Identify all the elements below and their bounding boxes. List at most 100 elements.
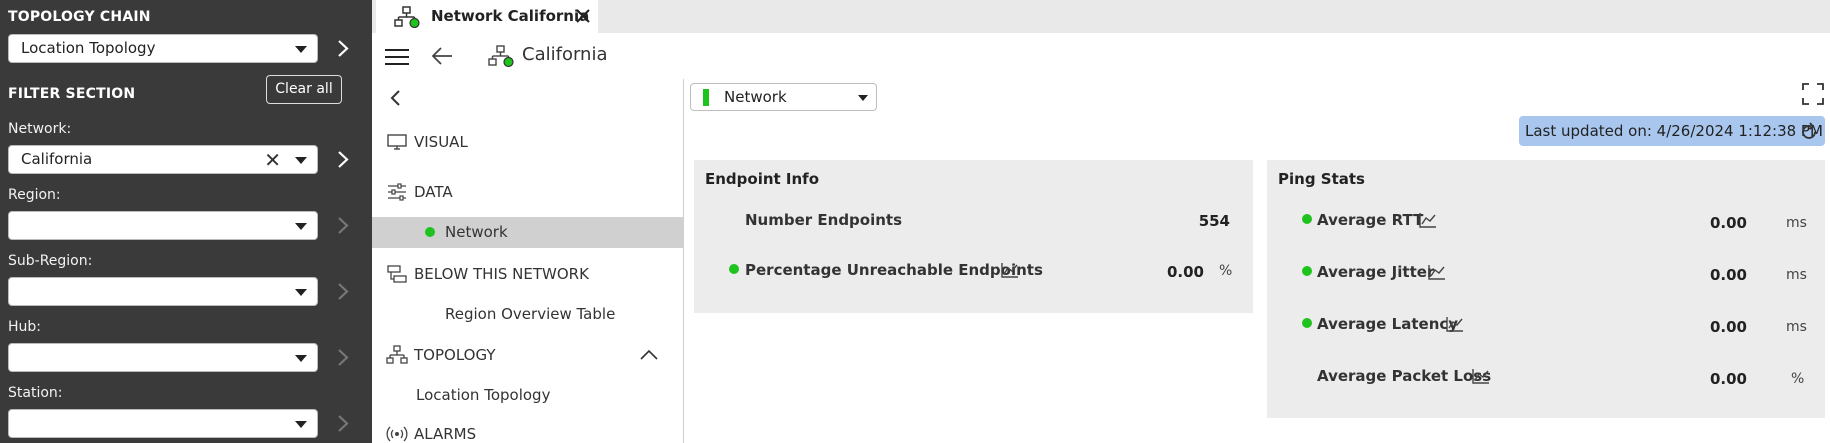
metric-unit: ms — [1786, 215, 1807, 231]
subregion-go-button[interactable] — [333, 277, 353, 306]
network-filter-select[interactable]: California ✕ — [8, 145, 318, 174]
metric-label: Average RTT — [1317, 211, 1424, 229]
last-updated-banner: Last updated on: 4/26/2024 1:12:38 PM — [1519, 116, 1825, 146]
network-go-button[interactable] — [333, 145, 353, 174]
chevron-right-icon — [338, 283, 349, 300]
region-go-button[interactable] — [333, 211, 353, 240]
nav-item-label: TOPOLOGY — [414, 346, 496, 364]
metric-label: Percentage Unreachable Endpoints — [745, 261, 1043, 279]
caret-down-icon — [858, 95, 868, 101]
nav-tree: VISUAL DATA Network BELOW THIS NETWORK R… — [372, 79, 684, 443]
page-title: California — [522, 44, 608, 65]
chevron-right-icon — [338, 415, 349, 432]
caret-down-icon — [295, 157, 307, 164]
network-view-select[interactable]: Network — [690, 83, 877, 111]
network-view-value: Network — [724, 88, 787, 106]
chevron-right-icon — [338, 40, 349, 57]
region-label: Region: — [8, 187, 61, 203]
status-dot — [1302, 266, 1312, 276]
chevron-right-icon — [338, 349, 349, 366]
refresh-icon[interactable] — [1799, 122, 1819, 142]
tab-strip: Network California — [372, 0, 1830, 33]
tab-label: Network California — [431, 7, 590, 25]
broadcast-icon — [386, 426, 408, 442]
network-label: Network: — [8, 121, 72, 137]
station-filter-select[interactable] — [8, 409, 318, 438]
nav-item-label: BELOW THIS NETWORK — [414, 265, 589, 283]
clear-all-button[interactable]: Clear all — [266, 75, 342, 104]
back-arrow-icon[interactable] — [430, 45, 454, 67]
status-dot — [1302, 318, 1312, 328]
card-title: Endpoint Info — [705, 170, 820, 188]
close-icon[interactable] — [574, 7, 592, 25]
nav-item-label: ALARMS — [414, 425, 477, 443]
ping-stats-card: Ping Stats Average RTT 0.00 ms Average J… — [1267, 160, 1825, 418]
nav-item-label: DATA — [414, 183, 453, 201]
card-title: Ping Stats — [1278, 170, 1365, 188]
topology-select-value: Location Topology — [21, 39, 156, 57]
subregion-filter-select[interactable] — [8, 277, 318, 306]
network-filter-value: California — [21, 150, 93, 168]
metric-value: 0.00 — [1709, 214, 1747, 232]
sliders-icon — [388, 183, 406, 201]
metric-unit: ms — [1786, 267, 1807, 283]
caret-down-icon — [295, 421, 307, 428]
hub-go-button[interactable] — [333, 343, 353, 372]
filter-panel: TOPOLOGY CHAIN Location Topology FILTER … — [0, 0, 372, 443]
topology-select[interactable]: Location Topology — [8, 34, 318, 63]
metric-unit: % — [1791, 371, 1805, 387]
subregion-label: Sub-Region: — [8, 253, 93, 269]
station-go-button[interactable] — [333, 409, 353, 438]
status-dot — [1302, 214, 1312, 224]
collapse-chevron-icon[interactable] — [389, 89, 403, 107]
region-filter-select[interactable] — [8, 211, 318, 240]
topology-go-button[interactable] — [333, 34, 353, 63]
chevron-up-icon[interactable] — [640, 349, 658, 361]
metric-value: 0.00 — [1709, 266, 1747, 284]
caret-down-icon — [295, 355, 307, 362]
last-updated-text: Last updated on: 4/26/2024 1:12:38 PM — [1525, 122, 1823, 140]
tab-network-california[interactable]: Network California — [376, 0, 598, 33]
trend-chart-icon[interactable] — [1428, 264, 1446, 280]
expand-icon[interactable] — [1802, 83, 1824, 105]
filter-section-heading: FILTER SECTION — [8, 86, 136, 102]
hub-label: Hub: — [8, 319, 42, 335]
metric-label: Average Packet Loss — [1317, 367, 1492, 385]
caret-down-icon — [295, 223, 307, 230]
topology-chain-heading: TOPOLOGY CHAIN — [8, 9, 151, 25]
status-dot — [425, 227, 435, 237]
hub-filter-select[interactable] — [8, 343, 318, 372]
chevron-right-icon — [338, 151, 349, 168]
status-bar — [703, 89, 709, 106]
trend-chart-icon[interactable] — [1001, 262, 1019, 278]
chevron-right-icon — [338, 217, 349, 234]
caret-down-icon — [295, 46, 307, 53]
caret-down-icon — [295, 289, 307, 296]
metric-value: 0.00 — [1709, 370, 1747, 388]
trend-chart-icon[interactable] — [1419, 212, 1437, 228]
topology-icon — [386, 345, 408, 364]
nav-item-network[interactable]: Network — [372, 217, 684, 248]
hamburger-icon[interactable] — [384, 47, 410, 67]
metric-value: 554 — [1198, 212, 1230, 230]
metric-unit: % — [1219, 263, 1233, 279]
topology-icon — [394, 6, 420, 28]
metric-unit: ms — [1786, 319, 1807, 335]
station-label: Station: — [8, 385, 63, 401]
nav-item-region-overview[interactable]: Region Overview Table — [445, 305, 615, 323]
nav-item-label: VISUAL — [414, 133, 468, 151]
topology-icon — [488, 45, 514, 68]
clear-network-icon[interactable]: ✕ — [264, 147, 281, 173]
metric-label: Number Endpoints — [745, 211, 903, 229]
metric-value: 0.00 — [1166, 263, 1204, 281]
metric-label: Average Latency — [1317, 315, 1459, 333]
metric-value: 0.00 — [1709, 318, 1747, 336]
trend-chart-icon[interactable] — [1446, 316, 1464, 332]
nav-item-label: Network — [445, 223, 508, 241]
monitor-icon — [387, 134, 407, 150]
hierarchy-icon — [387, 265, 407, 283]
nav-item-location-topology[interactable]: Location Topology — [416, 386, 550, 404]
endpoint-info-card: Endpoint Info Number Endpoints 554 Perce… — [694, 160, 1253, 313]
status-dot — [729, 264, 739, 274]
trend-chart-icon[interactable] — [1472, 368, 1490, 384]
